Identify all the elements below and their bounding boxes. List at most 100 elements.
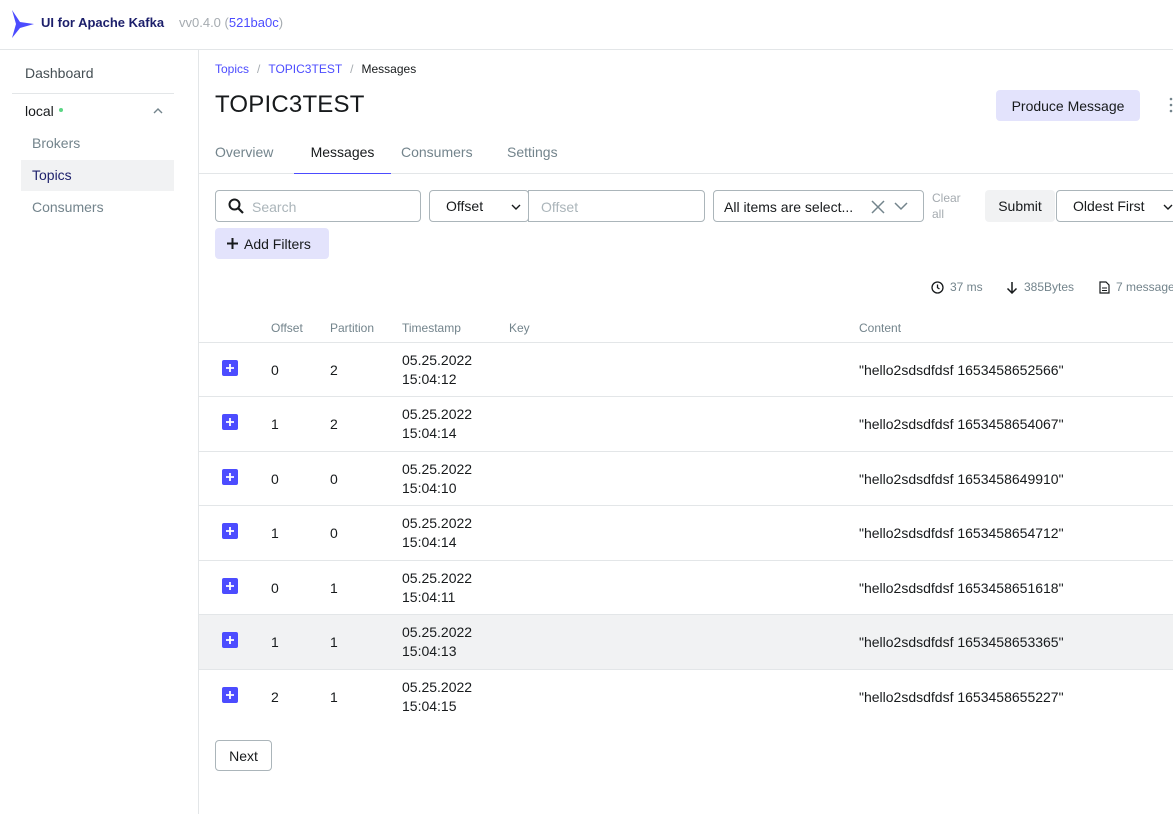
expand-row-icon[interactable] <box>222 578 238 594</box>
expand-row-icon[interactable] <box>222 414 238 430</box>
cell-partition: 2 <box>330 362 338 378</box>
clock-icon <box>931 280 944 294</box>
cell-content[interactable]: "hello2sdsdfdsf 1653458652566" <box>859 362 1064 378</box>
produce-message-button[interactable]: Produce Message <box>996 90 1140 121</box>
tab-consumers[interactable]: Consumers <box>401 144 473 174</box>
app-title[interactable]: UI for Apache Kafka <box>41 15 164 30</box>
cell-offset: 1 <box>271 634 279 650</box>
timestamp-time: 15:04:14 <box>402 425 457 441</box>
cluster-online-indicator <box>58 108 63 112</box>
tab-settings[interactable]: Settings <box>507 144 558 174</box>
expand-row-icon[interactable] <box>222 632 238 648</box>
timestamp-date: 05.25.2022 <box>402 352 473 368</box>
clear-all-button[interactable]: Clear all <box>932 190 972 222</box>
column-header-key: Key <box>509 321 530 335</box>
breadcrumb-topics[interactable]: Topics <box>215 62 249 76</box>
elapsed-time: 37 ms <box>931 280 983 294</box>
sidebar-item-topics[interactable]: Topics <box>21 160 174 191</box>
timestamp-date: 05.25.2022 <box>402 406 473 422</box>
chevron-down-icon[interactable] <box>894 202 908 211</box>
cell-timestamp: 05.25.2022 15:04:10 <box>402 460 472 498</box>
timestamp-date: 05.25.2022 <box>402 624 473 640</box>
search-icon <box>228 198 244 214</box>
table-row[interactable]: 2 1 05.25.2022 15:04:15 "hello2sdsdfdsf 1653… <box>199 669 1173 724</box>
table-row[interactable]: 0 2 05.25.2022 15:04:12 "hello2sdsdfdsf 1653… <box>199 342 1173 397</box>
timestamp-time: 15:04:13 <box>402 643 457 659</box>
expand-row-icon[interactable] <box>222 523 238 539</box>
cell-offset: 2 <box>271 689 279 705</box>
cell-content[interactable]: "hello2sdsdfdsf 1653458654712" <box>859 525 1064 541</box>
column-header-content: Content <box>859 321 902 335</box>
cell-content[interactable]: "hello2sdsdfdsf 1653458655227" <box>859 689 1064 705</box>
sort-order-select[interactable]: Oldest First <box>1056 190 1173 222</box>
table-row[interactable]: 0 0 05.25.2022 15:04:10 "hello2sdsdfdsf 1653… <box>199 451 1173 506</box>
search-placeholder: Search <box>252 199 297 215</box>
column-header-partition: Partition <box>330 321 375 335</box>
cell-content[interactable]: "hello2sdsdfdsf 1653458649910" <box>859 471 1064 487</box>
cell-content[interactable]: "hello2sdsdfdsf 1653458653365" <box>859 634 1064 650</box>
add-filters-button[interactable]: Add Filters <box>215 228 329 259</box>
version-hash-link[interactable]: 521ba0c <box>229 15 279 30</box>
select-separator <box>890 197 891 217</box>
kafka-logo-icon[interactable] <box>10 10 34 38</box>
add-filters-label: Add Filters <box>244 235 311 252</box>
document-icon <box>1099 280 1110 294</box>
breadcrumb-separator: / <box>350 62 354 76</box>
timestamp-time: 15:04:12 <box>402 371 457 387</box>
chevron-up-icon[interactable] <box>152 106 164 116</box>
top-bar: UI for Apache Kafka vv0.4.0 (521ba0c) <box>0 0 1173 50</box>
sidebar-item-dashboard[interactable]: Dashboard <box>25 65 94 81</box>
offset-input[interactable]: Offset <box>528 190 705 222</box>
breadcrumb-topic[interactable]: TOPIC3TEST <box>268 62 342 76</box>
cell-timestamp: 05.25.2022 15:04:14 <box>402 405 472 443</box>
elapsed-time-value: 37 ms <box>950 280 983 294</box>
next-page-button[interactable]: Next <box>215 740 272 771</box>
expand-row-icon[interactable] <box>222 360 238 376</box>
plus-icon <box>227 238 238 249</box>
page-title: TOPIC3TEST <box>215 91 365 118</box>
cluster-toggle[interactable]: local <box>25 103 63 119</box>
cluster-name: local <box>25 103 54 119</box>
cell-partition: 0 <box>330 471 338 487</box>
app-version: vv0.4.0 (521ba0c) <box>179 15 284 30</box>
table-row[interactable]: 1 1 05.25.2022 15:04:13 "hello2sdsdfdsf 1653… <box>199 614 1173 669</box>
timestamp-date: 05.25.2022 <box>402 461 473 477</box>
timestamp-date: 05.25.2022 <box>402 679 473 695</box>
breadcrumb: Topics / TOPIC3TEST / Messages <box>215 62 416 76</box>
arrow-down-icon <box>1006 281 1018 294</box>
cell-offset: 0 <box>271 362 279 378</box>
chevron-down-icon <box>511 204 521 210</box>
seek-type-select[interactable]: Offset <box>429 190 529 222</box>
cell-partition: 1 <box>330 580 338 596</box>
clear-selection-icon[interactable] <box>871 200 885 214</box>
cell-offset: 0 <box>271 580 279 596</box>
topic-tabs: Overview Messages Consumers Settings <box>199 138 1173 174</box>
column-header-offset: Offset <box>271 321 303 335</box>
timestamp-time: 15:04:11 <box>402 589 456 605</box>
bytes-consumed-value: 385Bytes <box>1024 280 1075 294</box>
timestamp-date: 05.25.2022 <box>402 570 473 586</box>
breadcrumb-separator: / <box>257 62 261 76</box>
cell-content[interactable]: "hello2sdsdfdsf 1653458651618" <box>859 580 1064 596</box>
expand-row-icon[interactable] <box>222 687 238 703</box>
table-row[interactable]: 0 1 05.25.2022 15:04:11 "hello2sdsdfdsf 1653… <box>199 560 1173 615</box>
sidebar-item-brokers[interactable]: Brokers <box>21 128 174 159</box>
table-row[interactable]: 1 0 05.25.2022 15:04:14 "hello2sdsdfdsf 1653… <box>199 505 1173 560</box>
more-vertical-icon[interactable] <box>1168 97 1173 113</box>
messages-consumed-value: 7 messages <box>1116 280 1173 294</box>
tab-messages[interactable]: Messages <box>294 144 391 174</box>
submit-button[interactable]: Submit <box>985 190 1055 222</box>
sidebar-item-consumers[interactable]: Consumers <box>21 192 174 223</box>
tab-overview[interactable]: Overview <box>215 144 273 174</box>
expand-row-icon[interactable] <box>222 469 238 485</box>
cell-content[interactable]: "hello2sdsdfdsf 1653458654067" <box>859 416 1064 432</box>
partitions-select[interactable]: All items are select... <box>713 190 924 222</box>
cell-partition: 1 <box>330 634 338 650</box>
search-input[interactable]: Search <box>215 190 421 222</box>
cell-timestamp: 05.25.2022 15:04:11 <box>402 569 472 607</box>
table-row[interactable]: 1 2 05.25.2022 15:04:14 "hello2sdsdfdsf 1653… <box>199 396 1173 451</box>
cell-offset: 1 <box>271 525 279 541</box>
seek-type-value: Offset <box>446 198 484 214</box>
cell-timestamp: 05.25.2022 15:04:13 <box>402 623 472 661</box>
timestamp-time: 15:04:10 <box>402 480 457 496</box>
